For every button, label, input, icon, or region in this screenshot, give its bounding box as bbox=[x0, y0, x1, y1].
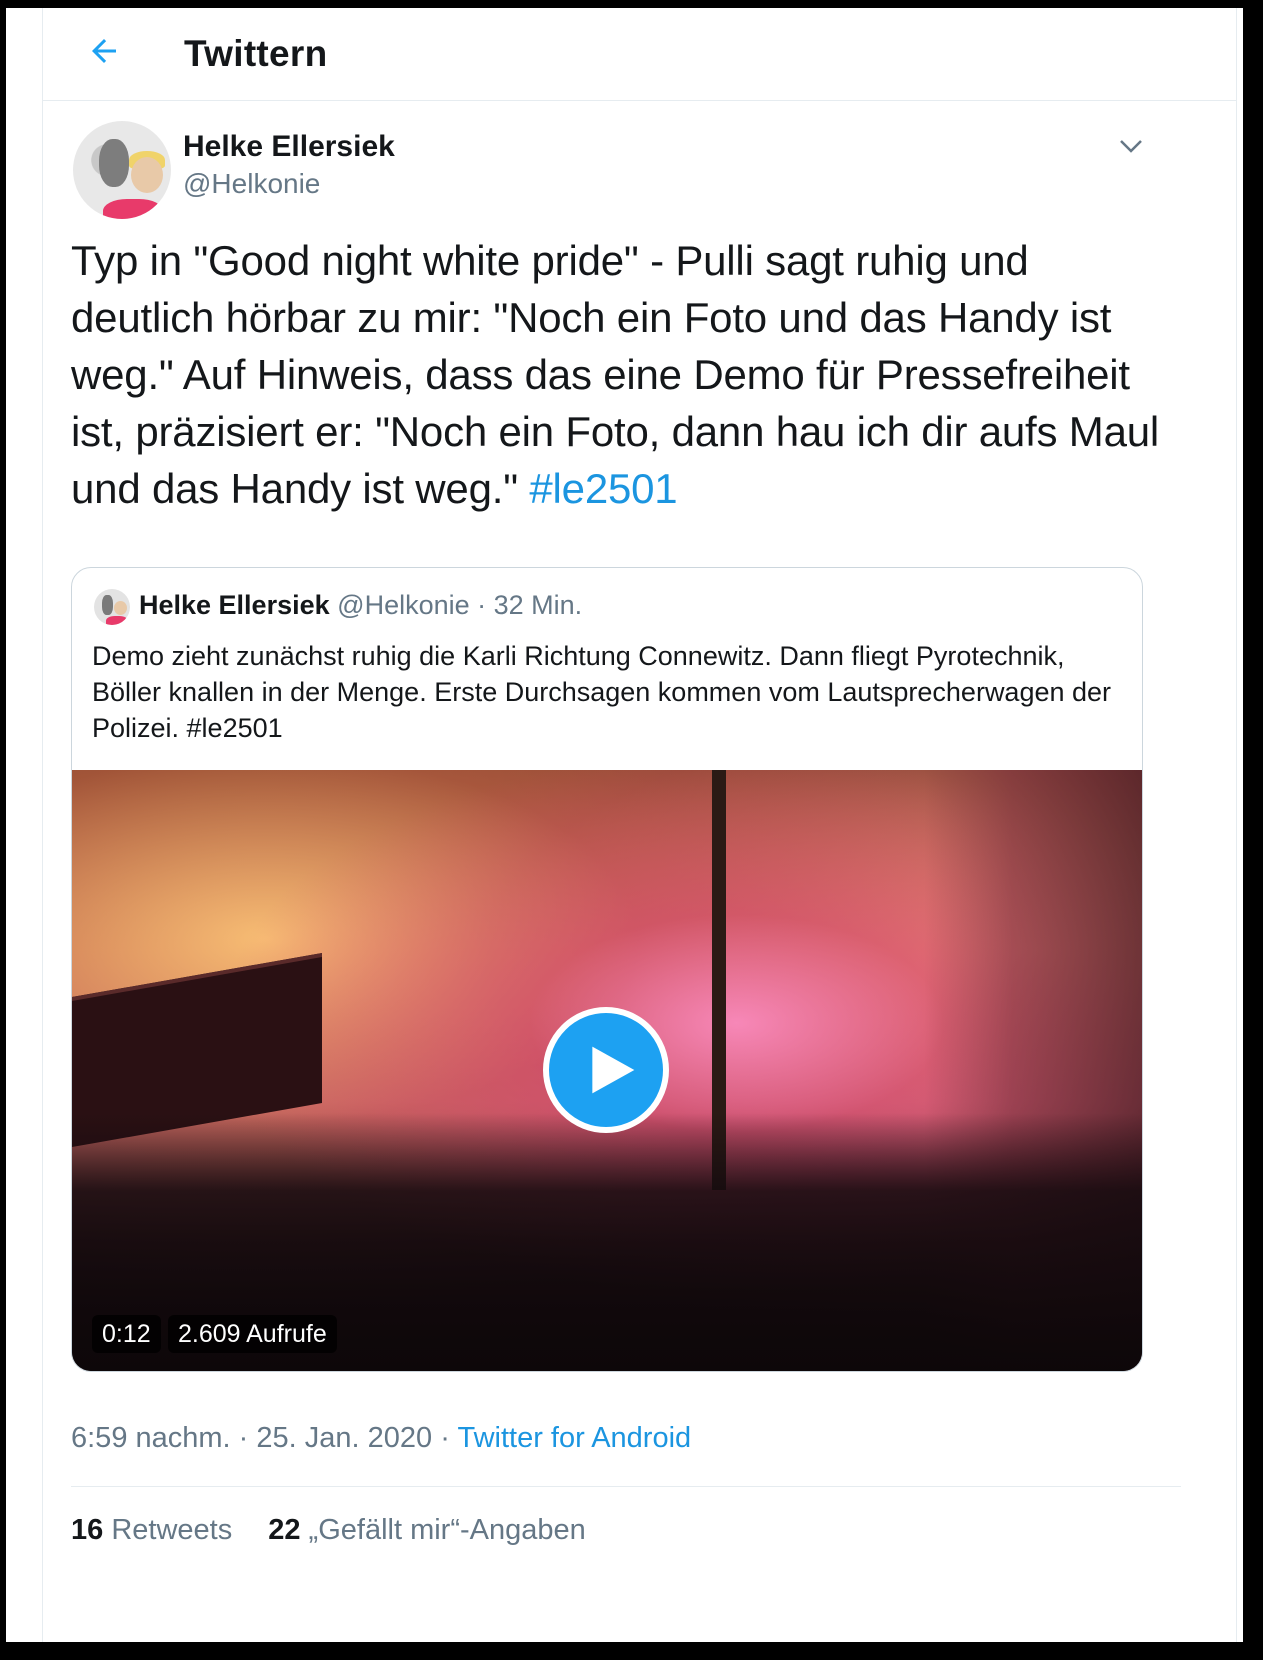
author-handle[interactable]: @Helkonie bbox=[183, 168, 320, 200]
quoted-tweet-age: · 32 Min. bbox=[477, 590, 583, 620]
tweet-time[interactable]: 6:59 nachm. bbox=[71, 1422, 231, 1454]
video-player[interactable]: 0:12 2.609 Aufrufe bbox=[72, 770, 1142, 1371]
quoted-tweet-card[interactable]: Helke Ellersiek @Helkonie · 32 Min. Demo… bbox=[71, 567, 1143, 1372]
likes-stat[interactable]: 22 „Gefällt mir“-Angaben bbox=[268, 1514, 586, 1546]
quoted-author-name: Helke Ellersiek bbox=[139, 590, 330, 620]
tweet-timestamp-line: 6:59 nachm. · 25. Jan. 2020 · Twitter fo… bbox=[71, 1422, 691, 1455]
tweet-stats: 16 Retweets 22 „Gefällt mir“-Angaben bbox=[71, 1514, 586, 1547]
likes-label: „Gefällt mir“-Angaben bbox=[308, 1514, 586, 1546]
quoted-tweet-text: Demo zieht zunächst ruhig die Karli Rich… bbox=[92, 641, 1112, 743]
quoted-author-handle: @Helkonie bbox=[337, 590, 470, 620]
likes-count: 22 bbox=[268, 1514, 301, 1546]
chevron-down-icon bbox=[1120, 140, 1142, 153]
top-bar: Twittern bbox=[43, 8, 1236, 101]
page-title: Twittern bbox=[184, 33, 328, 74]
play-button[interactable] bbox=[543, 1007, 669, 1133]
hashtag-link[interactable]: #le2501 bbox=[529, 465, 677, 512]
quoted-author-avatar bbox=[94, 589, 130, 625]
tweet-detail-page: Twittern Helke Ellersiek @Helkonie Typ i… bbox=[42, 8, 1237, 1642]
meta-separator: · bbox=[440, 1422, 450, 1454]
tweet-source-link[interactable]: Twitter for Android bbox=[457, 1422, 691, 1454]
retweets-stat[interactable]: 16 Retweets bbox=[71, 1514, 232, 1546]
play-icon bbox=[592, 1046, 635, 1094]
video-views: 2.609 Aufrufe bbox=[168, 1315, 337, 1353]
quoted-tweet-header: Helke Ellersiek @Helkonie · 32 Min. bbox=[139, 590, 582, 621]
divider bbox=[71, 1486, 1181, 1487]
author-name[interactable]: Helke Ellersiek bbox=[183, 130, 395, 164]
tweet-options-button[interactable] bbox=[1111, 126, 1151, 166]
retweets-count: 16 bbox=[71, 1514, 104, 1546]
tweet-text: Typ in "Good night white pride" - Pulli … bbox=[71, 232, 1181, 517]
back-button[interactable] bbox=[81, 28, 127, 74]
author-avatar[interactable] bbox=[73, 121, 171, 219]
arrow-left-icon bbox=[92, 39, 116, 63]
meta-separator: · bbox=[238, 1422, 249, 1454]
retweets-label: Retweets bbox=[111, 1514, 233, 1546]
tweet-date[interactable]: 25. Jan. 2020 bbox=[256, 1422, 432, 1454]
video-duration: 0:12 bbox=[92, 1315, 161, 1353]
frame-margin bbox=[6, 8, 42, 1642]
